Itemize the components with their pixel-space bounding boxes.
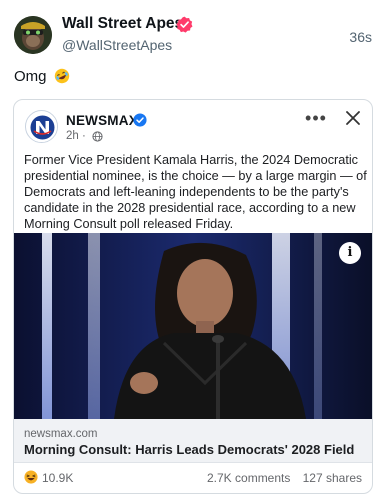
source-timestamp[interactable]: 2h · — [66, 130, 86, 142]
rolling-on-floor-laughing-emoji-icon — [54, 68, 69, 84]
verified-badge-icon — [133, 113, 147, 127]
link-preview[interactable]: newsmax.com Morning Consult: Harris Lead… — [14, 419, 372, 463]
post-text-content: Omg — [14, 68, 47, 85]
laughing-emoji-icon — [24, 470, 38, 484]
info-icon[interactable]: i — [339, 242, 361, 264]
more-options-button[interactable]: ••• — [304, 108, 328, 128]
close-icon[interactable] — [344, 109, 362, 127]
post-timestamp[interactable]: 36s — [349, 29, 372, 45]
link-domain: newsmax.com — [24, 428, 98, 440]
author-name[interactable]: Wall Street Apes — [62, 15, 183, 33]
embedded-post-text: Former Vice President Kamala Harris, the… — [24, 153, 367, 231]
newsmax-logo[interactable] — [25, 110, 58, 143]
article-photo[interactable] — [14, 233, 372, 419]
shares-count[interactable]: 127 shares — [303, 471, 362, 485]
embedded-post-card[interactable]: NEWSMAX 2h · ••• Former Vice President K… — [13, 99, 373, 494]
verified-badge-icon — [176, 16, 193, 33]
author-avatar[interactable] — [14, 16, 52, 54]
author-handle[interactable]: @WallStreetApes — [62, 37, 172, 53]
globe-icon — [92, 131, 103, 142]
post-header: Wall Street Apes @WallStreetApes 36s — [0, 0, 386, 62]
engagement-bar: 10.9K 2.7K comments 127 shares — [14, 466, 372, 492]
source-name[interactable]: NEWSMAX — [66, 113, 138, 128]
post-text: Omg — [14, 68, 70, 85]
comments-count[interactable]: 2.7K comments — [207, 471, 290, 485]
link-title: Morning Consult: Harris Leads Democrats'… — [24, 442, 355, 457]
reaction-count[interactable]: 10.9K — [42, 471, 73, 485]
